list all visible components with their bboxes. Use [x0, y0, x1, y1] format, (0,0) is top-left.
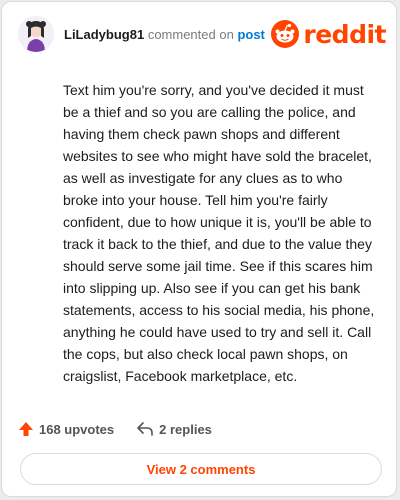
username-link[interactable]: LiLadybug81 [64, 27, 144, 42]
comment-card: LiLadybug81 commented on post reddit Tex… [1, 1, 397, 497]
comment-actions: 168 upvotes 2 replies [18, 418, 212, 440]
post-link[interactable]: post [237, 27, 264, 42]
snoo-icon [271, 20, 300, 48]
comment-meta: LiLadybug81 commented on post [64, 27, 265, 42]
upvote-button[interactable]: 168 upvotes [18, 421, 114, 437]
user-avatar[interactable] [18, 16, 54, 52]
reddit-logo[interactable]: reddit [271, 18, 386, 50]
upvote-arrow-icon [19, 422, 33, 436]
upvote-count: 168 upvotes [39, 421, 115, 437]
comment-header: LiLadybug81 commented on post reddit [18, 16, 386, 56]
reply-count: 2 replies [159, 421, 212, 437]
avatar-figure-icon [18, 16, 54, 52]
reply-arrow-icon [137, 422, 153, 436]
action-text: commented on [147, 27, 234, 42]
view-comments-button[interactable]: View 2 comments [20, 453, 382, 485]
comment-body: Text him you're sorry, and you've decide… [63, 82, 375, 384]
reddit-wordmark: reddit [303, 19, 386, 49]
reply-button[interactable]: 2 replies [136, 421, 212, 437]
